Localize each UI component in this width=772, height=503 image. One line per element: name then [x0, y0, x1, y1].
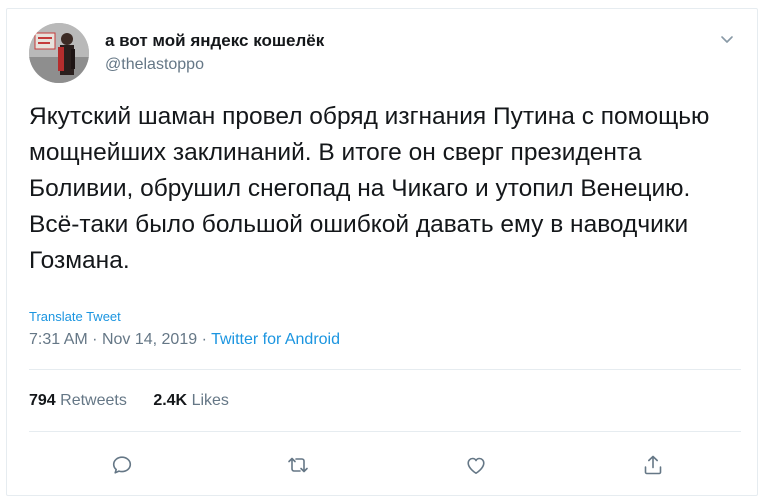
retweets-count: 794	[29, 392, 56, 409]
likes-label: Likes	[191, 392, 229, 409]
chevron-down-icon[interactable]	[719, 31, 735, 47]
author-handle[interactable]: @thelastoppo	[105, 55, 324, 75]
tweet-actions	[29, 449, 741, 481]
tweet-date[interactable]: Nov 14, 2019	[102, 331, 197, 348]
tweet-time[interactable]: 7:31 AM	[29, 331, 88, 348]
heart-icon[interactable]	[460, 449, 492, 481]
likes-count: 2.4K	[153, 392, 188, 409]
retweets-label: Retweets	[60, 392, 127, 409]
tweet-source-link[interactable]: Twitter for Android	[211, 331, 340, 348]
retweet-icon[interactable]	[282, 449, 314, 481]
author-block: а вот мой яндекс кошелёк @thelastoppo	[105, 31, 324, 75]
divider	[29, 369, 741, 370]
retweets-stat[interactable]: 794 Retweets	[29, 392, 127, 409]
divider	[29, 431, 741, 432]
likes-stat[interactable]: 2.4K Likes	[153, 392, 229, 409]
reply-icon[interactable]	[106, 449, 138, 481]
tweet-card: а вот мой яндекс кошелёк @thelastoppo Як…	[6, 8, 758, 496]
avatar-image	[29, 23, 89, 83]
author-display-name[interactable]: а вот мой яндекс кошелёк	[105, 31, 324, 51]
tweet-stats: 794 Retweets 2.4K Likes	[29, 392, 251, 410]
translate-tweet-link[interactable]: Translate Tweet	[29, 309, 121, 324]
meta-separator: ·	[92, 331, 98, 348]
tweet-metadata: 7:31 AM · Nov 14, 2019 · Twitter for And…	[29, 331, 340, 349]
meta-separator: ·	[201, 331, 207, 348]
share-icon[interactable]	[637, 449, 669, 481]
avatar[interactable]	[29, 23, 89, 83]
tweet-text: Якутский шаман провел обряд изгнания Пут…	[29, 103, 710, 274]
